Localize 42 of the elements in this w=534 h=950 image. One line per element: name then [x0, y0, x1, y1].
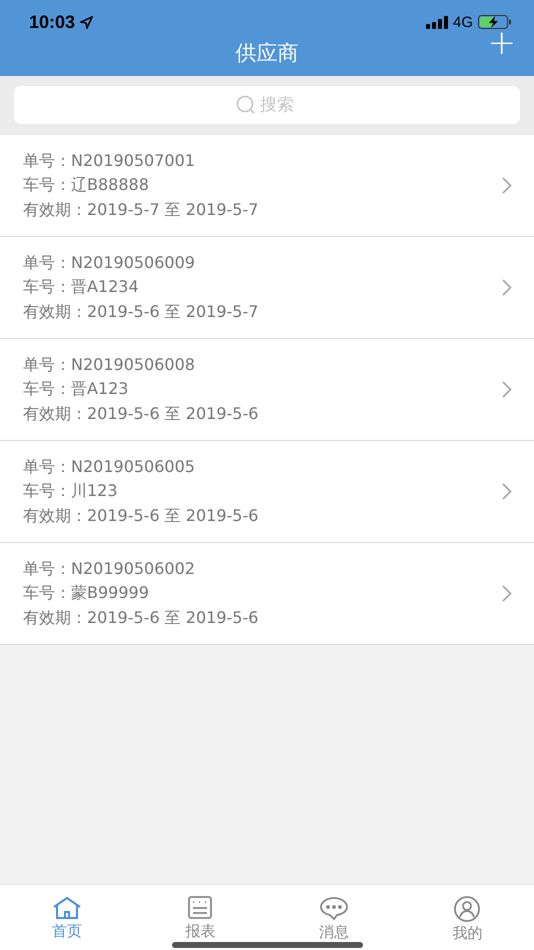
page-title: 供应商	[236, 40, 298, 67]
status-time: 10:03	[29, 12, 76, 32]
order-detail: 有效期：2019-5-6 至 2019-5-7	[23, 300, 258, 323]
tab-item[interactable]: 我的	[400, 885, 534, 950]
chevron-right-icon	[502, 177, 512, 194]
order-row[interactable]: 单号：N20190506002 车号：蒙B99999 有效期：2019-5-6 至 2019-5-6	[0, 543, 534, 645]
chat-bubble-icon	[318, 896, 349, 921]
battery-charging-icon	[478, 15, 512, 29]
chevron-right-icon	[502, 585, 512, 602]
order-detail: 有效期：2019-5-6 至 2019-5-6	[23, 504, 258, 527]
order-detail: 单号：N20190506005	[23, 456, 196, 478]
order-detail: 车号：晋A1234	[23, 276, 140, 298]
chevron-right-icon	[502, 483, 512, 500]
chevron-right-icon	[502, 279, 512, 296]
order-detail: 车号：晋A123	[23, 378, 130, 400]
tab-item[interactable]: 报表	[134, 885, 267, 950]
network-label: 4G	[452, 14, 473, 30]
order-detail: 有效期：2019-5-6 至 2019-5-6	[23, 402, 258, 425]
order-row[interactable]: 单号：N20190506009 车号：晋A1234 有效期：2019-5-6 至 2019-5-7	[0, 237, 534, 339]
chevron-right-icon	[502, 381, 512, 398]
order-detail: 单号：N20190506002	[23, 558, 196, 580]
signal-icon	[426, 16, 448, 28]
user-icon	[453, 896, 482, 922]
order-detail: 车号：蒙B99999	[23, 582, 150, 604]
order-row[interactable]: 单号：N20190507001 车号：辽B88888 有效期：2019-5-7 至 2019-5-7	[0, 135, 534, 237]
search-icon	[236, 95, 256, 115]
order-row[interactable]: 单号：N20190506005 车号：川123 有效期：2019-5-6 至 2019-5-6	[0, 441, 534, 543]
order-row[interactable]: 单号：N20190506008 车号：晋A123 有效期：2019-5-6 至 2019-5-6	[0, 339, 534, 441]
order-detail: 单号：N20190506008	[23, 354, 196, 376]
tab-item[interactable]: 首页	[0, 885, 134, 950]
report-icon	[187, 896, 214, 920]
add-button[interactable]: +	[484, 26, 520, 60]
order-detail: 车号：辽B88888	[23, 174, 150, 196]
search-field[interactable]: 搜索	[14, 86, 520, 124]
home-icon	[52, 896, 82, 920]
order-detail: 有效期：2019-5-7 至 2019-5-7	[23, 198, 258, 221]
order-detail: 有效期：2019-5-6 至 2019-5-6	[23, 606, 258, 629]
order-detail: 单号：N20190506009	[23, 252, 196, 274]
order-detail: 单号：N20190507001	[23, 150, 196, 172]
location-arrow-icon	[80, 16, 94, 28]
tab-item[interactable]: 消息	[267, 885, 400, 950]
order-detail: 车号：川123	[23, 480, 119, 502]
